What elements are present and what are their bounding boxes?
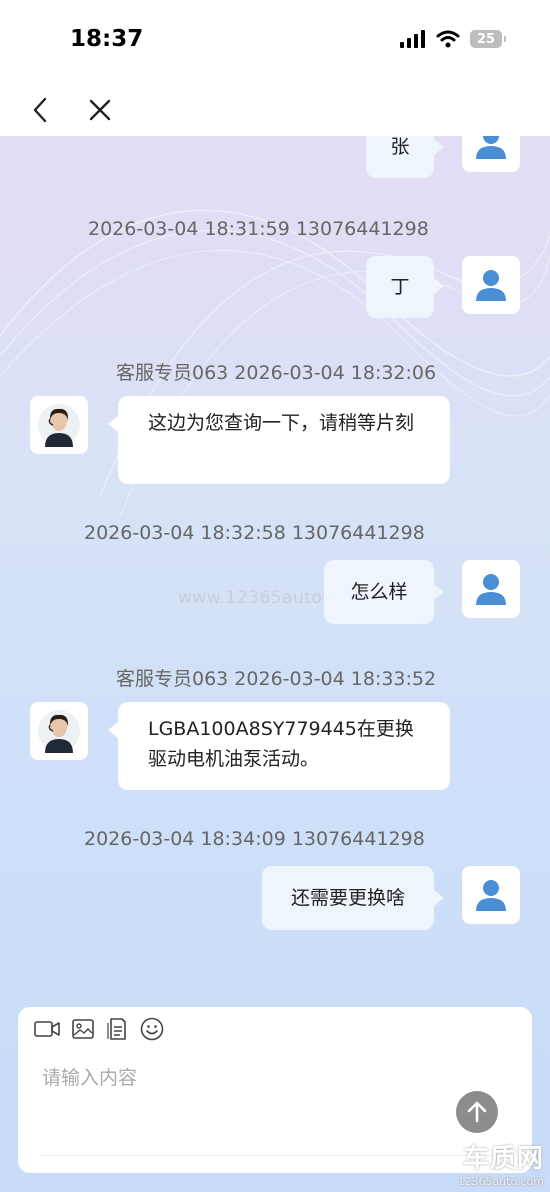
back-button[interactable] — [20, 90, 60, 130]
input-panel — [18, 1007, 532, 1173]
message-bubble-agent[interactable]: LGBA100A8SY779445在更换驱动电机油泵活动。 — [118, 702, 450, 790]
logo-url: 12365auto.com — [457, 1175, 544, 1188]
wifi-icon — [436, 30, 460, 48]
agent-avatar-icon — [38, 404, 80, 447]
document-icon — [107, 1018, 126, 1040]
user-icon — [476, 574, 506, 605]
status-time: 18:37 — [70, 26, 144, 52]
message-input[interactable] — [40, 1057, 444, 1099]
avatar[interactable] — [462, 136, 520, 172]
emoji-button[interactable] — [139, 1017, 165, 1041]
user-icon — [476, 880, 506, 911]
message-meta: 2026-03-04 18:34:09 13076441298 — [84, 828, 425, 850]
message-text: 张 — [390, 136, 410, 158]
input-divider — [40, 1155, 510, 1156]
bubble-tail — [434, 139, 444, 155]
avatar[interactable] — [462, 866, 520, 924]
image-button[interactable] — [70, 1017, 96, 1041]
status-icons: 25 — [400, 30, 506, 48]
agent-avatar-icon — [38, 710, 80, 753]
site-logo: 车质网 12365auto.com — [457, 1138, 544, 1188]
emoji-icon — [140, 1017, 164, 1041]
message-meta: 客服专员063 2026-03-04 18:32:06 — [116, 362, 437, 384]
video-button[interactable] — [34, 1017, 60, 1041]
signal-icon — [400, 30, 425, 48]
bubble-tail — [108, 722, 118, 738]
nav-bar — [0, 80, 550, 136]
document-button[interactable] — [104, 1017, 130, 1041]
message-bubble-user[interactable]: 还需要更换啥 — [262, 866, 434, 930]
message-bubble-agent[interactable]: 这边为您查询一下，请稍等片刻 — [118, 396, 450, 484]
message-bubble-user[interactable]: 丁 — [366, 256, 434, 318]
message-bubble-user[interactable]: 怎么样 — [324, 560, 434, 624]
message-bubble-user[interactable]: 张 — [366, 136, 434, 178]
bubble-tail — [108, 416, 118, 432]
agent-avatar[interactable] — [30, 396, 88, 454]
avatar[interactable] — [462, 560, 520, 618]
message-text: 丁 — [390, 276, 410, 298]
message-text: 还需要更换啥 — [290, 887, 405, 909]
video-icon — [34, 1021, 60, 1037]
bubble-tail — [434, 278, 444, 294]
bubble-tail — [434, 584, 444, 600]
message-meta: 2026-03-04 18:32:58 13076441298 — [84, 522, 425, 544]
message-text: 怎么样 — [350, 581, 408, 603]
send-button[interactable] — [456, 1091, 498, 1133]
user-icon — [476, 136, 506, 159]
avatar[interactable] — [462, 256, 520, 314]
message-meta: 2026-03-04 18:31:59 13076441298 — [88, 218, 429, 240]
image-icon — [72, 1019, 94, 1039]
user-icon — [476, 270, 506, 301]
message-meta: 客服专员063 2026-03-04 18:33:52 — [116, 668, 437, 690]
arrow-up-icon — [467, 1101, 487, 1123]
message-text: LGBA100A8SY779445在更换驱动电机油泵活动。 — [148, 718, 414, 770]
agent-avatar[interactable] — [30, 702, 88, 760]
close-icon — [89, 99, 111, 121]
bubble-tail — [434, 890, 444, 906]
status-bar: 18:37 25 — [0, 0, 550, 80]
battery-icon: 25 — [470, 30, 506, 48]
message-text: 这边为您查询一下，请稍等片刻 — [148, 412, 415, 434]
close-button[interactable] — [80, 90, 120, 130]
logo-text: 车质网 — [462, 1144, 544, 1174]
chevron-left-icon — [33, 97, 47, 123]
